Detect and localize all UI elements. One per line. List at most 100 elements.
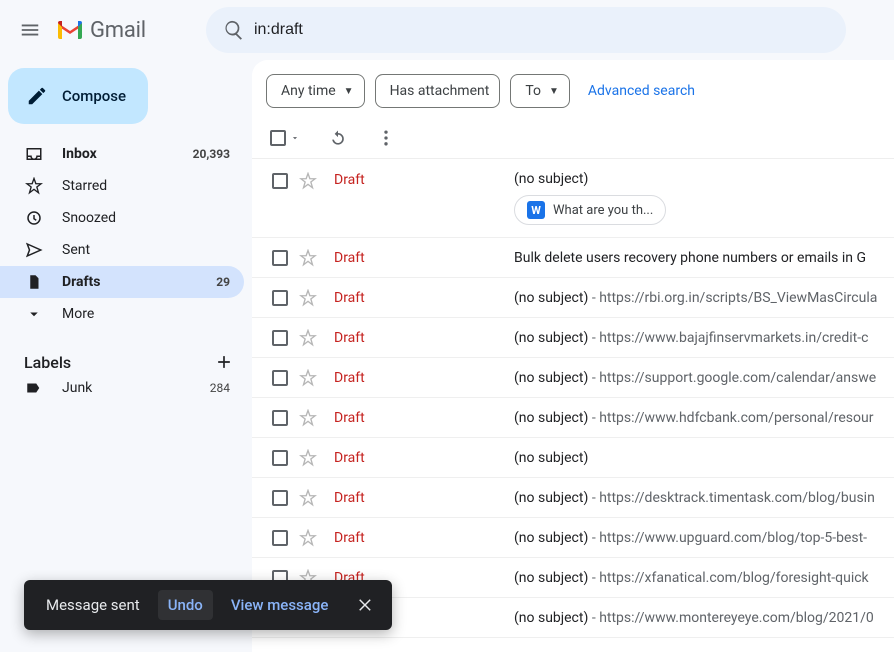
snackbar-message: Message sent: [46, 596, 140, 614]
mail-row[interactable]: Draft(no subject) - https://www.hdfcbank…: [252, 398, 894, 438]
refresh-button[interactable]: [328, 128, 348, 148]
snackbar-close-button[interactable]: [352, 591, 380, 619]
view-message-button[interactable]: View message: [231, 596, 329, 614]
mail-snippet: https://www.hdfcbank.com/personal/resour: [599, 410, 873, 426]
send-icon: [24, 240, 44, 260]
star-button[interactable]: [298, 448, 318, 468]
row-checkbox[interactable]: [270, 248, 290, 268]
star-button[interactable]: [298, 528, 318, 548]
sidebar-item-more[interactable]: More: [0, 298, 244, 330]
compose-button[interactable]: Compose: [8, 68, 148, 124]
row-checkbox[interactable]: [270, 328, 290, 348]
labels-header: Labels: [24, 353, 71, 372]
doc-icon: W: [527, 201, 545, 219]
checkbox-icon: [272, 330, 288, 346]
sidebar-item-drafts[interactable]: Drafts29: [0, 266, 244, 298]
tag-icon: [24, 378, 44, 398]
filter-anytime[interactable]: Any time ▼: [266, 74, 365, 108]
star-button[interactable]: [298, 408, 318, 428]
chip-label: Any time: [281, 83, 336, 99]
sender-draft: Draft: [334, 450, 514, 466]
sidebar-item-inbox[interactable]: Inbox20,393: [0, 138, 244, 170]
mail-row[interactable]: Draft(no subject) - https://desktrack.ti…: [252, 478, 894, 518]
checkbox-icon: [272, 490, 288, 506]
mail-snippet: https://www.upguard.com/blog/top-5-best-: [599, 530, 867, 546]
mail-subject: (no subject): [514, 450, 588, 466]
mail-subject: Bulk delete users recovery phone numbers…: [514, 250, 866, 266]
sidebar-item-label: More: [62, 306, 230, 322]
more-vert-icon: [376, 128, 396, 148]
filter-has-attachment[interactable]: Has attachment: [375, 74, 501, 108]
sidebar-item-label: Snoozed: [62, 210, 230, 226]
search-input[interactable]: [254, 21, 838, 39]
mail-snippet: https://www.montereyeye.com/blog/2021/0: [599, 610, 874, 626]
sender-draft: Draft: [334, 250, 514, 266]
select-all[interactable]: [270, 130, 300, 146]
chevron-down-icon: ▼: [344, 86, 354, 97]
mail-row[interactable]: DraftBulk delete users recovery phone nu…: [252, 238, 894, 278]
gmail-wordmark: Gmail: [90, 18, 146, 43]
star-button[interactable]: [298, 488, 318, 508]
star-icon: [299, 172, 317, 190]
star-button[interactable]: [298, 171, 318, 191]
star-icon: [299, 249, 317, 267]
pencil-icon: [26, 85, 48, 107]
sidebar-item-count: 20,393: [193, 147, 230, 161]
sender-draft: Draft: [334, 330, 514, 346]
star-icon: [299, 289, 317, 307]
checkbox-icon: [272, 173, 288, 189]
star-button[interactable]: [298, 328, 318, 348]
attachment-chip[interactable]: WWhat are you th...: [514, 195, 666, 225]
star-icon: [299, 449, 317, 467]
undo-button[interactable]: Undo: [158, 590, 213, 620]
mail-subject: (no subject): [514, 330, 588, 346]
row-checkbox[interactable]: [270, 488, 290, 508]
search-button[interactable]: [214, 10, 254, 50]
star-button[interactable]: [298, 288, 318, 308]
clock-icon: [24, 208, 44, 228]
star-button[interactable]: [298, 248, 318, 268]
chip-label: To: [525, 83, 541, 99]
compose-label: Compose: [62, 87, 126, 105]
mail-subject: (no subject): [514, 610, 588, 626]
star-icon: [299, 529, 317, 547]
gmail-icon: [56, 19, 84, 41]
row-checkbox[interactable]: [270, 448, 290, 468]
label-item-junk[interactable]: Junk284: [0, 372, 244, 404]
main-menu-button[interactable]: [8, 8, 52, 52]
chip-label: Has attachment: [390, 83, 490, 99]
star-button[interactable]: [298, 368, 318, 388]
row-checkbox[interactable]: [270, 368, 290, 388]
row-checkbox[interactable]: [270, 288, 290, 308]
mail-row[interactable]: Draft(no subject) - https://www.bajajfin…: [252, 318, 894, 358]
sender-draft: Draft: [334, 490, 514, 506]
search-icon: [223, 19, 245, 41]
mail-row[interactable]: Draft(no subject) - https://rbi.org.in/s…: [252, 278, 894, 318]
mail-subject: (no subject): [514, 171, 588, 187]
row-checkbox[interactable]: [270, 408, 290, 428]
sidebar-item-count: 29: [216, 275, 230, 289]
file-icon: [24, 272, 44, 292]
row-checkbox[interactable]: [270, 528, 290, 548]
mail-row[interactable]: Draft(no subject) - https://support.goog…: [252, 358, 894, 398]
refresh-icon: [328, 128, 348, 148]
sidebar-item-sent[interactable]: Sent: [0, 234, 244, 266]
gmail-logo[interactable]: Gmail: [56, 18, 146, 43]
filter-to[interactable]: To ▼: [510, 74, 570, 108]
sidebar-item-starred[interactable]: Starred: [0, 170, 244, 202]
chevron-down-icon: [24, 304, 44, 324]
sidebar-item-snoozed[interactable]: Snoozed: [0, 202, 244, 234]
search-bar[interactable]: [206, 7, 846, 53]
row-checkbox[interactable]: [270, 171, 290, 191]
sidebar-item-label: Sent: [62, 242, 230, 258]
checkbox-icon: [272, 410, 288, 426]
advanced-search-link[interactable]: Advanced search: [588, 83, 695, 99]
mail-row[interactable]: Draft(no subject)WWhat are you th...: [252, 159, 894, 238]
add-label-button[interactable]: [214, 352, 234, 372]
mail-snippet: https://rbi.org.in/scripts/BS_ViewMasCir…: [599, 290, 877, 306]
mail-row[interactable]: Draft(no subject): [252, 438, 894, 478]
main-panel: Any time ▼ Has attachment To ▼ Advanced …: [252, 60, 894, 652]
more-button[interactable]: [376, 128, 396, 148]
mail-row[interactable]: Draft(no subject) - https://www.upguard.…: [252, 518, 894, 558]
star-icon: [299, 409, 317, 427]
